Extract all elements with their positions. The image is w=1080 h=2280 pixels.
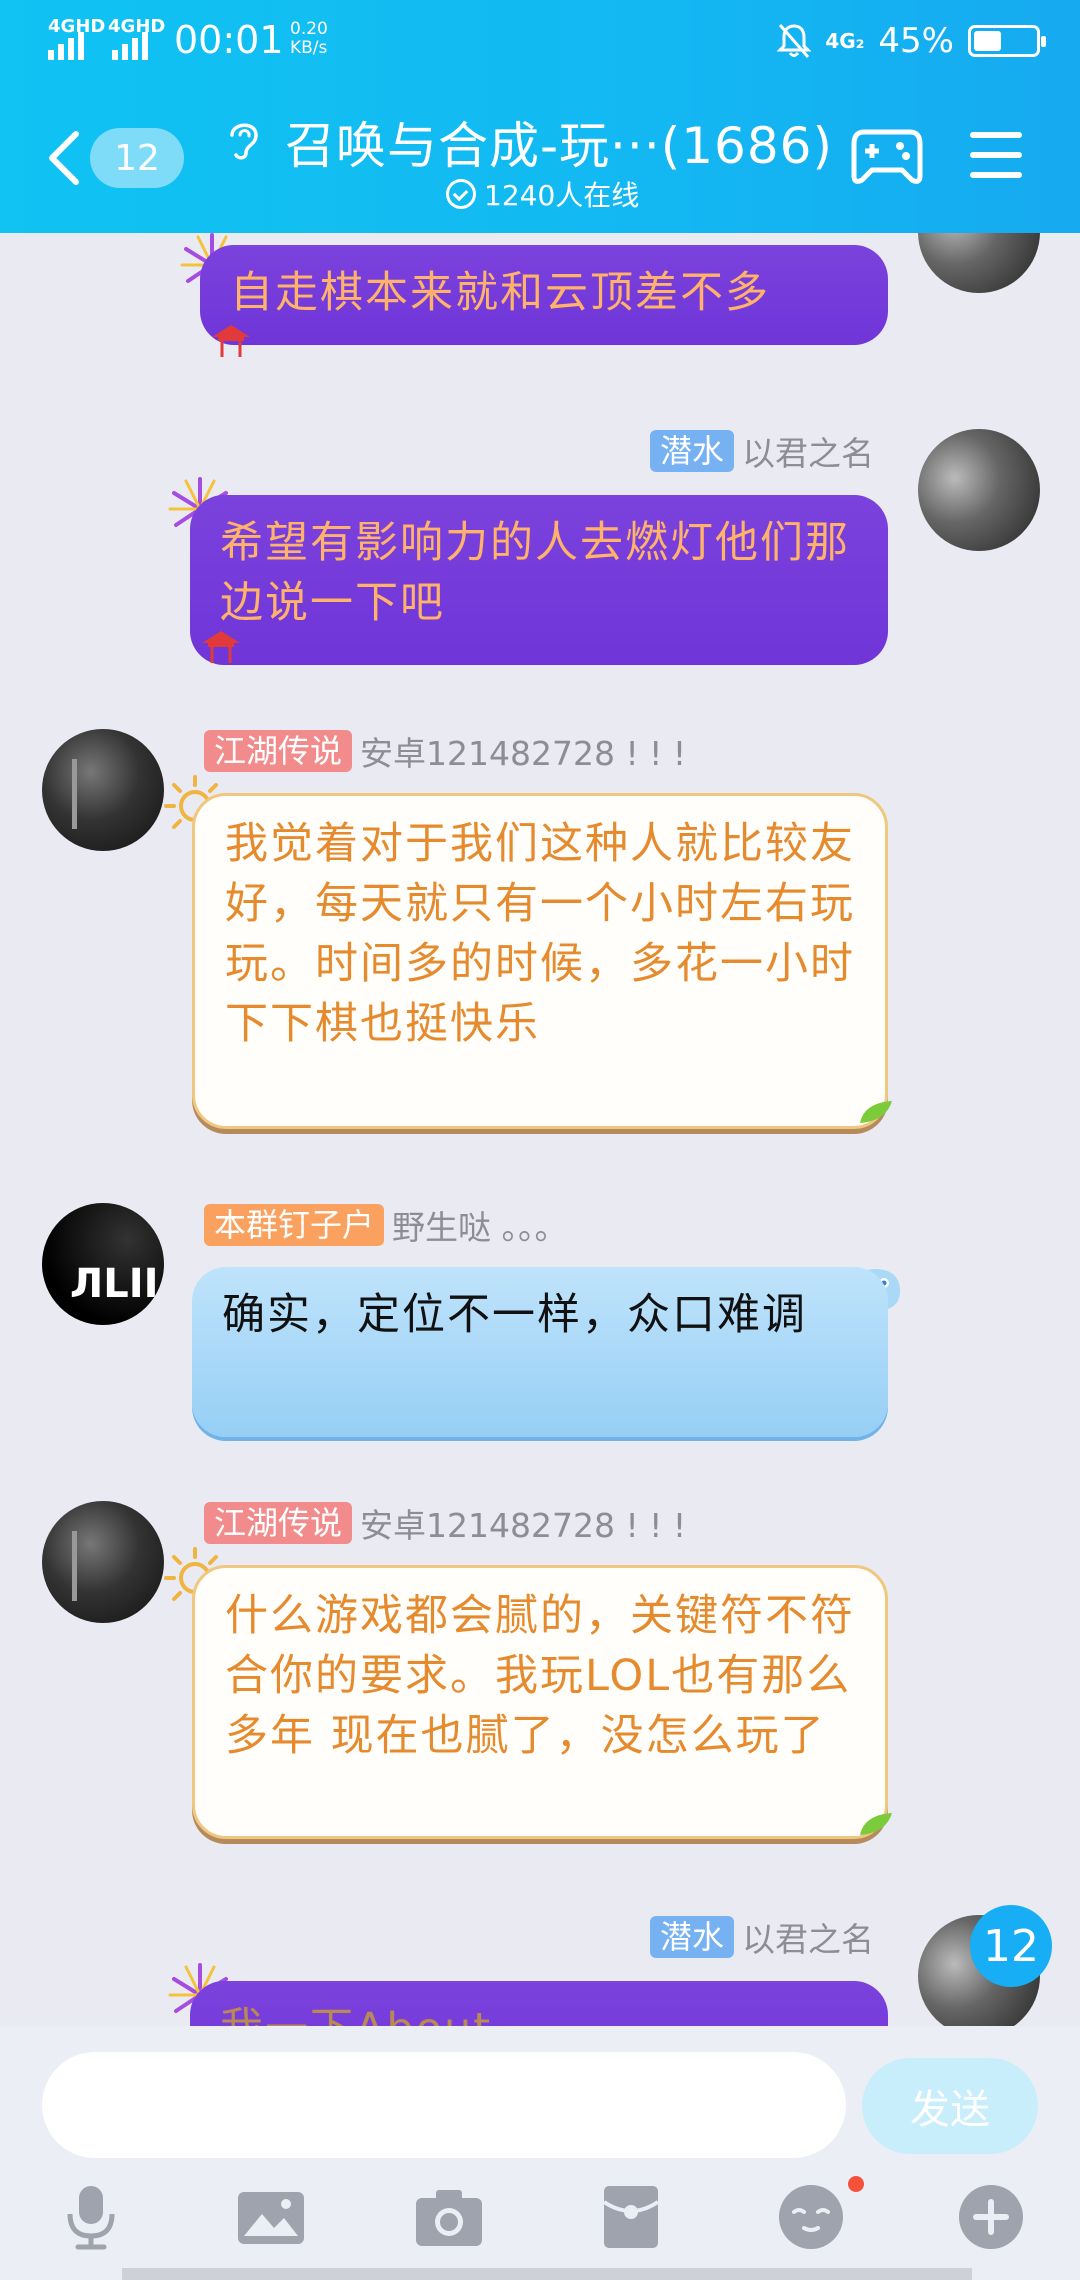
avatar[interactable]: ЛLII (42, 1203, 164, 1325)
message-meta: 潜水 以君之名 (649, 427, 874, 475)
leaf-icon (860, 1101, 892, 1123)
unread-count-badge[interactable]: 12 (90, 128, 184, 188)
back-icon[interactable] (44, 130, 84, 186)
clock: 00:01 (174, 18, 284, 62)
plus-icon[interactable] (956, 2182, 1026, 2252)
message-meta: 江湖传说 安卓121482728 ! ! ! (204, 727, 686, 775)
group-title[interactable]: 召唤与合成-玩···(1686) (285, 106, 833, 178)
gamepad-icon[interactable] (850, 124, 924, 186)
sender-name[interactable]: 安卓121482728 ! ! ! (360, 727, 686, 775)
message-meta: 潜水 以君之名 (649, 1913, 874, 1961)
message-bubble[interactable]: 什么游戏都会腻的，关键符不符合你的要求。我玩LOL也有那么多年 现在也腻了，没怎… (192, 1565, 888, 1839)
lantern-icon (202, 631, 240, 663)
avatar[interactable] (918, 233, 1040, 293)
status-bar: 4GHD 4GHD 00:01 0.20 KB/s 4G₂ 45% (0, 0, 1080, 82)
emoji-icon[interactable] (776, 2182, 846, 2252)
new-messages-badge[interactable]: 12 (970, 1905, 1052, 1987)
message-bubble[interactable]: 我一下About ... (190, 1981, 888, 2026)
avatar[interactable] (918, 429, 1040, 551)
battery-percent: 45% (878, 21, 954, 61)
mute-bell-icon (777, 24, 812, 58)
message-bubble[interactable]: 确实，定位不一样，众口难调 (192, 1267, 888, 1437)
status-right: 4G₂ 45% (777, 18, 1046, 64)
message-list[interactable]: 自走棋本来就和云顶差不多 潜水 以君之名 希望有影响力的人去燃灯他们那边说一下吧… (0, 233, 1080, 2026)
chat-header: 4GHD 4GHD 00:01 0.20 KB/s 4G₂ 45% 12 召唤与… (0, 0, 1080, 233)
member-tag: 本群钉子户 (204, 1204, 385, 1246)
message-meta: 本群钉子户 野生哒 。。。 (204, 1201, 568, 1249)
signal-icon-2 (112, 30, 156, 60)
scroll-indicator (122, 2268, 972, 2280)
member-tag: 潜水 (649, 1916, 734, 1958)
ear-icon[interactable] (224, 115, 264, 163)
notification-dot (848, 2176, 864, 2192)
signal-icon-1 (48, 30, 92, 60)
microphone-icon[interactable] (56, 2182, 126, 2252)
online-count: 1240人在线 (446, 174, 639, 214)
leaf-icon (860, 1813, 892, 1835)
network-label-3: 4G₂ (825, 29, 865, 53)
avatar[interactable] (42, 1501, 164, 1623)
message-bubble[interactable]: 我觉着对于我们这种人就比较友好，每天就只有一个小时左右玩玩。时间多的时候，多花一… (192, 793, 888, 1129)
lantern-icon (212, 325, 250, 357)
message-bubble[interactable]: 自走棋本来就和云顶差不多 (200, 245, 888, 345)
network-speed: 0.20 KB/s (290, 19, 328, 58)
member-tag: 潜水 (649, 430, 734, 472)
sender-name[interactable]: 以君之名 (742, 1913, 874, 1961)
message-meta: 江湖传说 安卓121482728 ! ! ! (204, 1499, 686, 1547)
image-icon[interactable] (236, 2182, 306, 2252)
avatar[interactable] (42, 729, 164, 851)
sender-name[interactable]: 安卓121482728 ! ! ! (360, 1499, 686, 1547)
member-tag: 江湖传说 (204, 730, 353, 772)
sender-name[interactable]: 以君之名 (742, 427, 874, 475)
battery-icon (968, 25, 1046, 57)
send-button[interactable]: 发送 (862, 2058, 1038, 2154)
camera-icon[interactable] (414, 2182, 484, 2252)
sender-name[interactable]: 野生哒 。。。 (392, 1201, 568, 1249)
red-packet-icon[interactable] (596, 2182, 666, 2252)
member-tag: 江湖传说 (204, 1502, 353, 1544)
message-input[interactable] (42, 2052, 846, 2158)
message-bubble[interactable]: 希望有影响力的人去燃灯他们那边说一下吧 (190, 495, 888, 665)
menu-icon[interactable] (970, 132, 1022, 178)
online-check-icon (446, 179, 476, 209)
input-bar: 发送 (0, 2026, 1080, 2280)
